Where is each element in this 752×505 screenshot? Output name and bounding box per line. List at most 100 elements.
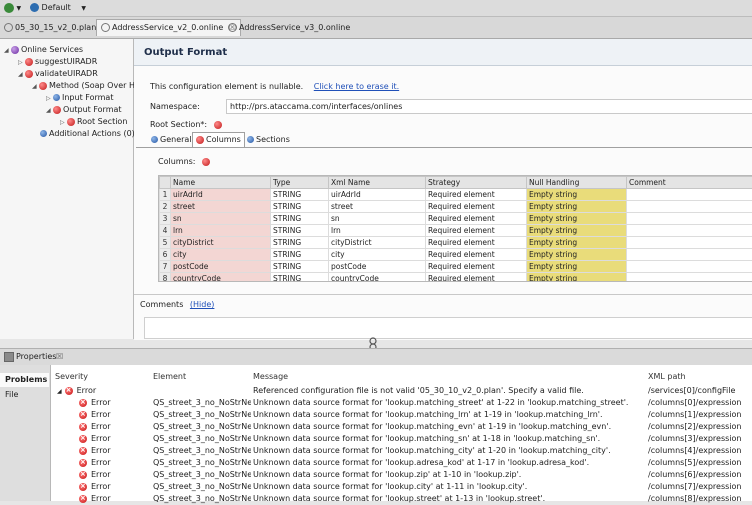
- problem-row[interactable]: Error QS_street_3_no_NoStrNet Unknown da…: [51, 421, 752, 433]
- table-cell[interactable]: Required element: [426, 237, 527, 249]
- column-header[interactable]: Type: [271, 177, 329, 189]
- table-row[interactable]: 2 street STRING street Required element …: [160, 201, 752, 213]
- tree-item-root-section[interactable]: ▷Root Section: [60, 116, 127, 128]
- expand-arrow-icon[interactable]: ◢: [4, 45, 11, 57]
- expand-arrow-icon[interactable]: ◢: [18, 69, 25, 81]
- column-header[interactable]: Message: [253, 371, 643, 383]
- table-cell[interactable]: Empty string: [527, 213, 627, 225]
- table-cell[interactable]: Required element: [426, 261, 527, 273]
- problem-row[interactable]: Error QS_street_3_no_NoStrNet Unknown da…: [51, 397, 752, 409]
- erase-link[interactable]: Click here to erase it.: [314, 82, 399, 91]
- tab-sections[interactable]: Sections: [244, 133, 293, 147]
- expand-arrow-icon[interactable]: ◢: [46, 105, 53, 117]
- table-cell[interactable]: STRING: [271, 273, 329, 283]
- table-cell[interactable]: postCode: [329, 261, 426, 273]
- problem-row[interactable]: Error QS_street_3_no_NoStrNet Unknown da…: [51, 481, 752, 493]
- profile-dropdown[interactable]: Default ▼: [30, 2, 86, 14]
- tab-plan-file[interactable]: 05_30_15_v2_0.plan: [0, 20, 100, 36]
- tab-general[interactable]: General: [148, 133, 195, 147]
- table-cell[interactable]: countryCode: [171, 273, 271, 283]
- table-cell[interactable]: STRING: [271, 249, 329, 261]
- table-cell[interactable]: STRING: [271, 201, 329, 213]
- table-cell[interactable]: STRING: [271, 237, 329, 249]
- namespace-input[interactable]: http://prs.ataccama.com/interfaces/onlin…: [226, 99, 752, 114]
- column-header[interactable]: Comment: [627, 177, 752, 189]
- column-header[interactable]: Name: [171, 177, 271, 189]
- table-cell[interactable]: Required element: [426, 249, 527, 261]
- table-row[interactable]: 6 city STRING city Required element Empt…: [160, 249, 752, 261]
- expand-arrow-icon[interactable]: ◢: [32, 81, 39, 93]
- table-cell[interactable]: Empty string: [527, 189, 627, 201]
- column-header[interactable]: Strategy: [426, 177, 527, 189]
- tree-item-online-services[interactable]: ◢Online Services: [4, 44, 83, 56]
- comments-textarea[interactable]: [144, 317, 752, 339]
- table-row[interactable]: 4 lrn STRING lrn Required element Empty …: [160, 225, 752, 237]
- table-cell[interactable]: uirAdrId: [171, 189, 271, 201]
- table-cell[interactable]: Required element: [426, 189, 527, 201]
- table-cell[interactable]: [627, 261, 752, 273]
- hide-comments-link[interactable]: (Hide): [190, 300, 214, 309]
- table-cell[interactable]: postCode: [171, 261, 271, 273]
- tree-item-input-format[interactable]: ▷Input Format: [46, 92, 113, 104]
- problem-row[interactable]: Error QS_street_3_no_NoStrNet Unknown da…: [51, 409, 752, 421]
- table-cell[interactable]: STRING: [271, 213, 329, 225]
- table-row[interactable]: 8 countryCode STRING countryCode Require…: [160, 273, 752, 283]
- run-dropdown-button[interactable]: ▼: [4, 2, 21, 14]
- table-cell[interactable]: Empty string: [527, 249, 627, 261]
- table-cell[interactable]: STRING: [271, 225, 329, 237]
- table-cell[interactable]: [627, 249, 752, 261]
- table-cell[interactable]: street: [329, 201, 426, 213]
- table-cell[interactable]: cityDistrict: [171, 237, 271, 249]
- table-cell[interactable]: Empty string: [527, 201, 627, 213]
- column-header[interactable]: Null Handling: [527, 177, 627, 189]
- table-row[interactable]: 1 uirAdrId STRING uirAdrId Required elem…: [160, 189, 752, 201]
- table-cell[interactable]: Empty string: [527, 237, 627, 249]
- problem-row[interactable]: Error QS_street_3_no_NoStrNet Unknown da…: [51, 445, 752, 457]
- table-cell[interactable]: Empty string: [527, 225, 627, 237]
- table-cell[interactable]: street: [171, 201, 271, 213]
- table-cell[interactable]: Empty string: [527, 261, 627, 273]
- table-cell[interactable]: [627, 213, 752, 225]
- table-cell[interactable]: countryCode: [329, 273, 426, 283]
- table-cell[interactable]: Required element: [426, 273, 527, 283]
- table-cell[interactable]: [627, 225, 752, 237]
- tree-item-suggest[interactable]: ▷suggestUIRADR: [18, 56, 97, 68]
- table-cell[interactable]: STRING: [271, 189, 329, 201]
- tab-address-service-v2[interactable]: AddressService_v2_0.online ☒: [96, 19, 241, 36]
- tree-item-method[interactable]: ◢Method (Soap Over H: [32, 80, 135, 92]
- tree-item-additional-actions[interactable]: Additional Actions (0): [40, 128, 135, 140]
- close-icon[interactable]: ☒: [56, 352, 63, 361]
- tab-address-service-v3[interactable]: AddressService_v3_0.online: [224, 20, 354, 36]
- table-cell[interactable]: STRING: [271, 261, 329, 273]
- table-cell[interactable]: lrn: [171, 225, 271, 237]
- table-cell[interactable]: uirAdrId: [329, 189, 426, 201]
- side-tab-file[interactable]: File: [0, 388, 49, 402]
- table-cell[interactable]: Required element: [426, 213, 527, 225]
- table-row[interactable]: 5 cityDistrict STRING cityDistrict Requi…: [160, 237, 752, 249]
- side-tab-problems[interactable]: Problems: [0, 373, 49, 387]
- table-cell[interactable]: city: [329, 249, 426, 261]
- table-cell[interactable]: sn: [329, 213, 426, 225]
- table-cell[interactable]: sn: [171, 213, 271, 225]
- problem-row[interactable]: Error QS_street_3_no_NoStrNet Unknown da…: [51, 493, 752, 505]
- table-cell[interactable]: [627, 237, 752, 249]
- table-cell[interactable]: Empty string: [527, 273, 627, 283]
- table-row[interactable]: 7 postCode STRING postCode Required elem…: [160, 261, 752, 273]
- tab-columns[interactable]: Columns: [192, 132, 245, 147]
- problem-row[interactable]: Error QS_street_3_no_NoStrNet Unknown da…: [51, 457, 752, 469]
- column-header[interactable]: XML path: [648, 371, 748, 383]
- expand-arrow-icon[interactable]: ◢: [57, 388, 62, 395]
- table-row[interactable]: 3 sn STRING sn Required element Empty st…: [160, 213, 752, 225]
- column-header[interactable]: Element: [153, 371, 253, 383]
- problem-row[interactable]: ◢Error Referenced configuration file is …: [51, 385, 752, 397]
- table-cell[interactable]: [627, 189, 752, 201]
- table-cell[interactable]: Required element: [426, 201, 527, 213]
- table-cell[interactable]: [627, 273, 752, 283]
- table-cell[interactable]: Required element: [426, 225, 527, 237]
- table-cell[interactable]: [627, 201, 752, 213]
- tree-item-output-format[interactable]: ◢Output Format: [46, 104, 122, 116]
- problem-row[interactable]: Error QS_street_3_no_NoStrNet Unknown da…: [51, 433, 752, 445]
- column-header[interactable]: Xml Name: [329, 177, 426, 189]
- problem-row[interactable]: Error QS_street_3_no_NoStrNet Unknown da…: [51, 469, 752, 481]
- tree-item-validate[interactable]: ◢validateUIRADR: [18, 68, 98, 80]
